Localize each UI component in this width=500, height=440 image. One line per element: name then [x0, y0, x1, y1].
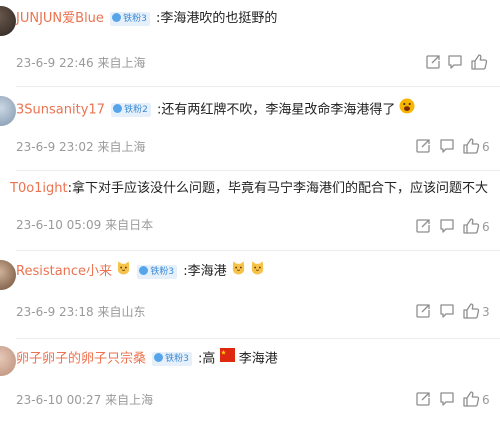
fan-badge: 铁粉2	[111, 103, 151, 117]
comment-username[interactable]: 卵子卵子的卵子只宗桑	[16, 352, 146, 367]
comment-item: 3Sunsanity17 铁粉2 :还有两红牌不吹，李海星改命李海港得了 23-…	[0, 96, 500, 172]
like-icon[interactable]	[470, 53, 488, 75]
like-count: 6	[482, 393, 490, 407]
avatar[interactable]	[0, 6, 16, 36]
badge-level-icon	[113, 104, 123, 113]
comment-timestamp: 23-6-9 23:18	[16, 305, 94, 319]
divider	[16, 170, 500, 171]
badge-level-icon	[112, 12, 122, 22]
flag-icon	[219, 348, 235, 370]
comment-location: 来自山东	[97, 305, 146, 319]
cat-emoji-icon	[250, 260, 265, 283]
comment-location: 来自上海	[97, 56, 146, 70]
comment-text: :拿下对手应该没什么问题，毕竟有马宁李海港们的配合下，应该问题不大	[67, 181, 489, 196]
comment-list: JUNJUN爱Blue 铁粉3 :李海港吹的也挺野的 23-6-9 22:46 …	[0, 0, 500, 440]
cat-emoji-icon	[116, 260, 131, 283]
share-icon[interactable]	[414, 390, 432, 412]
avatar[interactable]	[0, 260, 16, 290]
comment-text-secondary: 李海港	[238, 351, 278, 367]
divider	[16, 86, 500, 87]
like-icon[interactable]	[462, 302, 480, 324]
comment-icon[interactable]	[446, 53, 464, 75]
cat-emoji-icon	[231, 260, 246, 283]
comment-icon[interactable]	[438, 137, 456, 159]
comment-item: T0o1ight:拿下对手应该没什么问题，毕竟有马宁李海港们的配合下，应该问题不…	[0, 178, 500, 258]
comment-location: 来自日本	[105, 218, 154, 232]
avatar[interactable]	[0, 96, 16, 126]
comment-icon[interactable]	[438, 390, 456, 412]
fan-badge: 铁粉3	[152, 352, 192, 366]
comment-username[interactable]: T0o1ight	[10, 181, 68, 196]
comment-item: Resistance小来 铁粉3 :李海港 23-6-9 23:18 来自山东 …	[0, 260, 500, 339]
like-count: 6	[482, 140, 490, 154]
comment-text: :李海港吹的也挺野的	[155, 11, 278, 26]
share-icon[interactable]	[414, 302, 432, 324]
comment-icon[interactable]	[438, 302, 456, 324]
divider	[16, 338, 500, 339]
comment-username[interactable]: Resistance小来	[16, 264, 112, 279]
comment-text: :李海港	[183, 264, 227, 279]
comment-item: JUNJUN爱Blue 铁粉3 :李海港吹的也挺野的 23-6-9 22:46 …	[0, 6, 500, 87]
badge-level-icon	[139, 265, 149, 275]
badge-label: 铁粉3	[123, 13, 147, 24]
badge-level-icon	[154, 353, 164, 362]
comment-timestamp: 23-6-10 05:09	[16, 218, 102, 232]
share-icon[interactable]	[414, 137, 432, 159]
comment-username[interactable]: 3Sunsanity17	[16, 103, 105, 118]
share-icon[interactable]	[414, 217, 432, 239]
badge-label: 铁粉2	[124, 105, 148, 115]
like-icon[interactable]	[462, 217, 480, 239]
like-icon[interactable]	[462, 390, 480, 412]
comment-text: :还有两红牌不吹，李海星改命李海港得了	[156, 102, 396, 118]
like-icon[interactable]	[462, 137, 480, 159]
badge-label: 铁粉3	[165, 354, 189, 364]
comment-username[interactable]: JUNJUN爱Blue	[16, 11, 104, 26]
like-count: 3	[482, 305, 490, 319]
fan-badge: 铁粉3	[137, 264, 178, 279]
like-count: 6	[482, 220, 490, 234]
comment-location: 来自上海	[105, 393, 154, 407]
comment-icon[interactable]	[438, 217, 456, 239]
divider	[16, 250, 500, 251]
comment-item: 卵子卵子的卵子只宗桑 铁粉3 :高 李海港 23-6-10 00:27 来自上海…	[0, 346, 500, 436]
comment-timestamp: 23-6-9 22:46	[16, 56, 94, 70]
comment-location: 来自上海	[97, 140, 146, 154]
share-icon[interactable]	[424, 53, 442, 75]
laugh-emoji-icon	[399, 98, 415, 122]
comment-text: :高	[198, 351, 216, 367]
avatar[interactable]	[0, 346, 16, 376]
fan-badge: 铁粉3	[110, 11, 150, 26]
comment-timestamp: 23-6-10 00:27	[16, 393, 102, 407]
comment-timestamp: 23-6-9 23:02	[16, 140, 94, 154]
badge-label: 铁粉3	[150, 266, 175, 277]
